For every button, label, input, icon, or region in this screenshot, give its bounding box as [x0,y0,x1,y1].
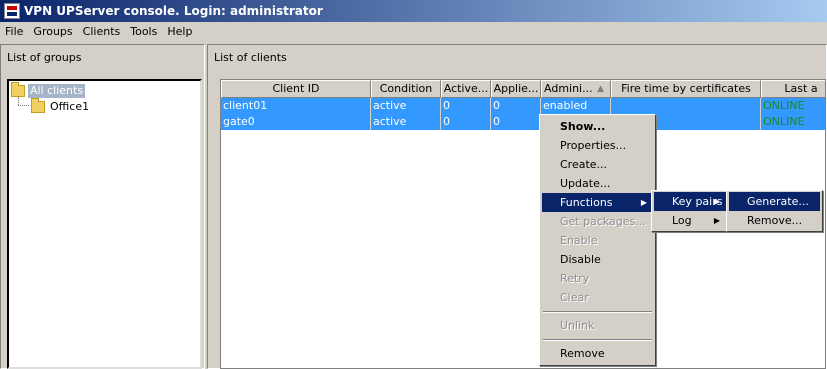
menu-help[interactable]: Help [162,23,197,41]
groups-panel: List of groups All clients Office1 [0,44,205,369]
menu-item-enable[interactable]: Enable [542,231,653,250]
groups-panel-caption: List of groups [7,51,82,64]
cell-active: 0 [441,114,491,130]
menu-item-key-pairs[interactable]: Key pairs ▶ [654,192,726,211]
submenu-arrow-icon: ▶ [640,198,647,207]
cell-fire-time [611,98,761,114]
menu-item-functions[interactable]: Functions ▶ [542,193,653,212]
folder-icon [11,82,25,97]
cell-admin: enabled [541,98,611,114]
menu-item-disable[interactable]: Disable [542,250,653,269]
menu-separator [543,311,652,313]
menu-item-functions-label: Functions [560,196,613,209]
cell-condition: active [371,114,441,130]
column-header-fire-time[interactable]: Fire time by certificates [611,80,761,98]
menu-item-generate[interactable]: Generate... [729,192,820,211]
menu-item-update[interactable]: Update... [542,174,653,193]
menu-file[interactable]: File [0,23,28,41]
tree-node-office1[interactable]: Office1 [31,98,91,115]
menu-clients[interactable]: Clients [78,23,126,41]
folder-icon [31,98,45,113]
cell-client-id: gate0 [221,114,371,130]
menu-groups[interactable]: Groups [28,23,77,41]
table-header: Client ID Condition Active... Applie... … [221,80,825,98]
tree-connector [18,105,29,106]
menu-item-retry[interactable]: Retry [542,269,653,288]
menu-item-remove-keypair[interactable]: Remove... [729,211,820,230]
table-row[interactable]: gate0 active 0 0 ONLINE [221,114,825,130]
column-header-last[interactable]: Last a [761,80,825,98]
cell-last: ONLINE [761,114,825,130]
menu-bar: File Groups Clients Tools Help [0,22,827,42]
cell-condition: active [371,98,441,114]
cell-applied: 0 [491,114,541,130]
column-header-admin[interactable]: Admini... ▲ [541,80,611,98]
submenu-arrow-icon: ▶ [713,197,720,206]
cell-active: 0 [441,98,491,114]
menu-item-unlink[interactable]: Unlink [542,316,653,335]
menu-item-get-packages[interactable]: Get packages... [542,212,653,231]
key-pairs-submenu: Generate... Remove... [726,190,823,232]
menu-separator [543,339,652,341]
column-header-applied[interactable]: Applie... [491,80,541,98]
tree-node-all-clients[interactable]: All clients [11,82,86,99]
column-header-client-id[interactable]: Client ID [221,80,371,98]
menu-item-log[interactable]: Log ▶ [654,211,726,230]
menu-item-log-label: Log [672,214,692,227]
groups-tree[interactable]: All clients Office1 [7,79,202,369]
title-bar: VPN UPServer console. Login: administrat… [0,0,827,22]
menu-item-remove[interactable]: Remove [542,344,653,363]
functions-submenu: Key pairs ▶ Log ▶ [651,190,729,232]
menu-item-create[interactable]: Create... [542,155,653,174]
tree-label-office1: Office1 [50,100,90,113]
tree-label-all-clients: All clients [28,84,86,98]
submenu-arrow-icon: ▶ [713,216,720,225]
table-row[interactable]: client01 active 0 0 enabled ONLINE [221,98,825,114]
cell-last: ONLINE [761,98,825,114]
cell-client-id: client01 [221,98,371,114]
app-icon [4,3,20,19]
window-title: VPN UPServer console. Login: administrat… [24,4,323,18]
menu-item-clear[interactable]: Clear [542,288,653,307]
tree-connector [18,97,19,105]
column-header-active[interactable]: Active... [441,80,491,98]
cell-applied: 0 [491,98,541,114]
sort-ascending-icon: ▲ [597,84,604,94]
menu-tools[interactable]: Tools [125,23,162,41]
column-header-condition[interactable]: Condition [371,80,441,98]
menu-item-show[interactable]: Show... [542,117,653,136]
context-menu: Show... Properties... Create... Update..… [539,114,656,366]
column-header-admin-label: Admini... [544,82,593,95]
menu-item-properties[interactable]: Properties... [542,136,653,155]
clients-panel-caption: List of clients [214,51,287,64]
